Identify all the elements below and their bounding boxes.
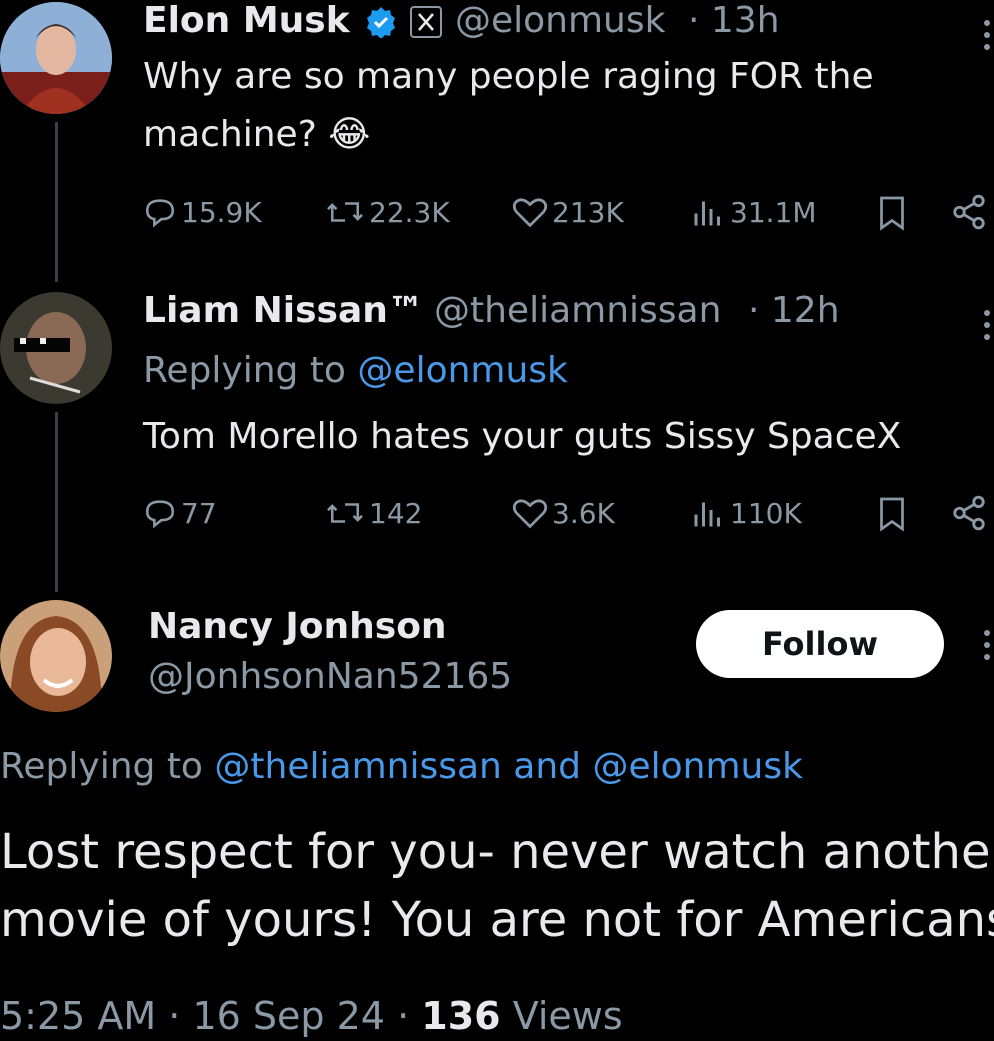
laughing-emoji: 😂 — [328, 114, 371, 155]
reply-icon — [145, 500, 175, 529]
author-name[interactable]: Nancy Jonhson — [148, 606, 447, 647]
share-icon[interactable] — [950, 193, 988, 235]
heart-icon — [512, 198, 548, 228]
follow-button[interactable]: Follow — [696, 610, 944, 678]
author-name[interactable]: Elon Musk — [143, 0, 350, 41]
repost-button[interactable]: 22.3K — [325, 195, 450, 229]
post-time[interactable]: · 13h — [688, 0, 780, 41]
views-button[interactable]: 31.1M — [690, 195, 817, 229]
post-timestamp[interactable]: 5:25 AM — [0, 994, 156, 1038]
heart-icon — [512, 499, 548, 529]
author-handle[interactable]: @theliamnissan — [434, 290, 721, 331]
like-count: 3.6K — [552, 496, 615, 530]
tweet-text-line-2-words: machine? — [143, 114, 317, 155]
like-button[interactable]: 3.6K — [512, 496, 615, 530]
verified-badge-icon — [365, 6, 397, 42]
like-count: 213K — [552, 195, 624, 229]
avatar-elon[interactable] — [0, 2, 112, 114]
tweet-text-line-1: Lost respect for you- never watch anothe… — [0, 824, 994, 880]
views-chart-icon — [694, 502, 720, 527]
bookmark-icon[interactable] — [876, 195, 908, 235]
views-button[interactable]: 110K — [690, 496, 802, 530]
reply-button[interactable]: 15.9K — [143, 195, 262, 229]
repost-button[interactable]: 142 — [325, 496, 422, 530]
tweet-text-line-2: movie of yours! You are not for American… — [0, 892, 994, 948]
thread-line-2 — [55, 412, 58, 592]
repost-count: 142 — [369, 496, 423, 530]
bookmark-icon[interactable] — [876, 496, 908, 536]
post-date[interactable]: 16 Sep 24 — [192, 994, 385, 1038]
more-options-icon[interactable] — [984, 310, 992, 346]
more-options-icon[interactable] — [984, 630, 992, 666]
post-time[interactable]: · 12h — [748, 290, 840, 331]
author-name[interactable]: Liam Nissan™ — [143, 290, 424, 331]
x-logo-icon — [410, 6, 442, 42]
thread-line-1 — [55, 122, 58, 282]
reply-count: 15.9K — [181, 195, 262, 229]
replying-to-handles-link[interactable]: @theliamnissan and @elonmusk — [214, 746, 803, 787]
avatar-liam[interactable] — [0, 292, 112, 404]
author-handle[interactable]: @JonhsonNan52165 — [148, 656, 512, 697]
replying-to-line: Replying to @theliamnissan and @elonmusk — [0, 746, 803, 787]
more-options-icon[interactable] — [984, 20, 992, 56]
views-label: Views — [512, 994, 623, 1038]
views-count: 31.1M — [730, 195, 817, 229]
replying-to-prefix: Replying to — [0, 746, 203, 787]
tweet-text-line-1: Why are so many people raging FOR the — [143, 56, 874, 97]
repost-icon — [327, 503, 363, 523]
like-button[interactable]: 213K — [512, 195, 624, 229]
meta-separator: · — [397, 994, 410, 1038]
views-count: 110K — [730, 496, 802, 530]
views-chart-icon — [694, 201, 720, 226]
replying-to-prefix: Replying to — [143, 350, 346, 391]
replying-to-line: Replying to @elonmusk — [143, 350, 568, 391]
reply-button[interactable]: 77 — [143, 496, 217, 530]
reply-count: 77 — [181, 496, 217, 530]
author-handle[interactable]: @elonmusk — [455, 0, 665, 41]
meta-separator: · — [168, 994, 181, 1038]
reply-icon — [145, 199, 175, 228]
replying-to-handle-link[interactable]: @elonmusk — [357, 350, 567, 391]
tweet-text: Tom Morello hates your guts Sissy SpaceX — [143, 416, 902, 457]
repost-count: 22.3K — [369, 195, 450, 229]
repost-icon — [327, 202, 363, 222]
views-count: 136 — [421, 994, 501, 1038]
post-meta: 5:25 AM · 16 Sep 24 · 136 Views — [0, 994, 623, 1038]
share-icon[interactable] — [950, 494, 988, 536]
avatar-nancy[interactable] — [0, 600, 112, 712]
tweet-text-line-2: machine? 😂 — [143, 106, 370, 164]
